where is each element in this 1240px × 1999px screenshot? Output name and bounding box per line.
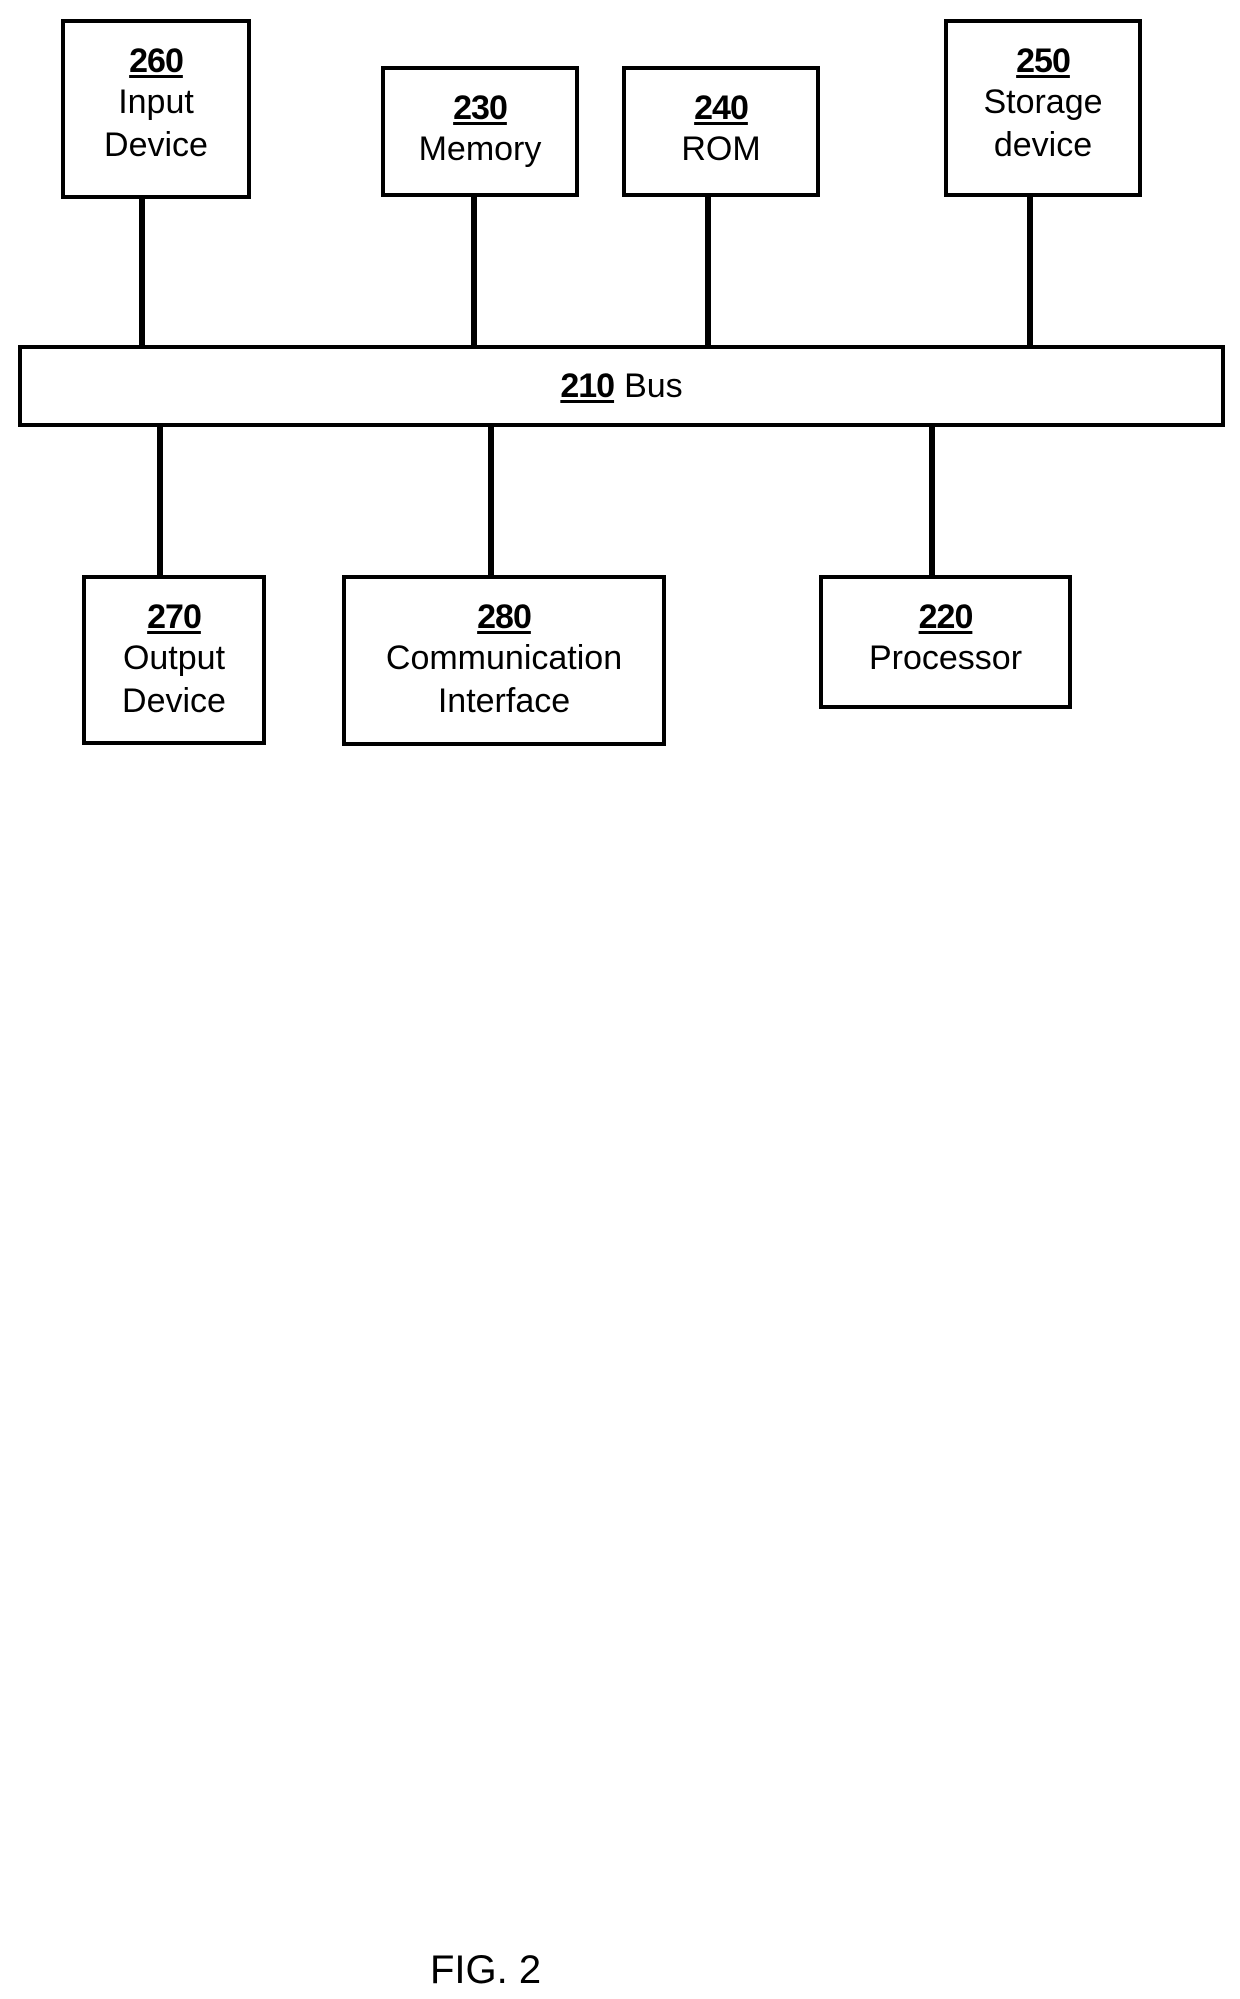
storage-device-label-line2: device xyxy=(993,126,1093,164)
storage-device-box: 250 Storage device xyxy=(944,19,1142,197)
rom-label: ROM xyxy=(681,130,761,168)
connector-memory-bus xyxy=(471,194,477,347)
communication-interface-box: 280 Communication Interface xyxy=(342,575,666,746)
processor-label: Processor xyxy=(868,639,1023,677)
input-device-label-line2: Device xyxy=(104,126,208,164)
output-device-label-line2: Device xyxy=(122,682,226,720)
connector-bus-communication-interface xyxy=(488,425,494,577)
output-device-box: 270 Output Device xyxy=(82,575,266,745)
communication-interface-ref: 280 xyxy=(477,598,532,636)
bus-box: 210 Bus xyxy=(18,345,1225,427)
connector-storage-device-bus xyxy=(1027,194,1033,347)
communication-interface-label-line2: Interface xyxy=(437,682,571,720)
input-device-box: 260 Input Device xyxy=(61,19,251,199)
bus-ref: 210 xyxy=(560,367,615,405)
output-device-ref: 270 xyxy=(147,598,202,636)
rom-box: 240 ROM xyxy=(622,66,820,197)
memory-label: Memory xyxy=(418,130,542,168)
connector-bus-processor xyxy=(929,425,935,577)
storage-device-label-line1: Storage xyxy=(983,83,1103,121)
processor-box: 220 Processor xyxy=(819,575,1072,709)
input-device-label-line1: Input xyxy=(118,83,194,121)
rom-ref: 240 xyxy=(694,89,749,127)
connector-bus-output-device xyxy=(157,425,163,577)
processor-ref: 220 xyxy=(918,598,974,636)
connector-input-device-bus xyxy=(139,196,145,347)
input-device-ref: 260 xyxy=(129,42,184,80)
memory-box: 230 Memory xyxy=(381,66,579,197)
connector-rom-bus xyxy=(705,194,711,347)
communication-interface-label-line1: Communication xyxy=(385,639,623,677)
figure-caption: FIG. 2 xyxy=(430,1948,542,1992)
memory-ref: 230 xyxy=(453,89,508,127)
storage-device-ref: 250 xyxy=(1016,42,1071,80)
bus-label: Bus xyxy=(624,366,683,405)
output-device-label-line1: Output xyxy=(122,639,226,677)
